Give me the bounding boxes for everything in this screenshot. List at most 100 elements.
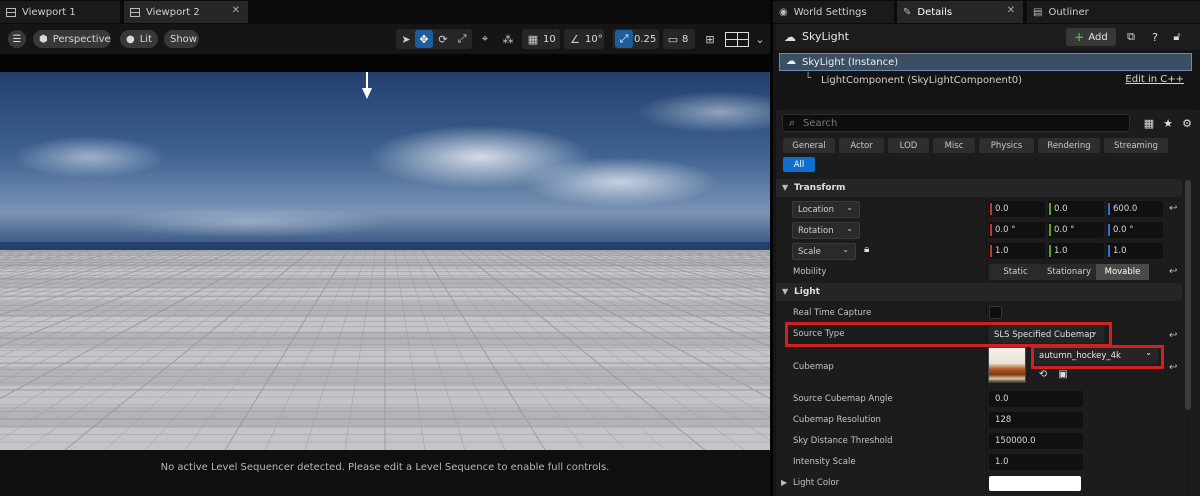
- rotation-snap-value[interactable]: 10°: [585, 30, 603, 48]
- search-input[interactable]: [803, 116, 1123, 130]
- category-lod-button[interactable]: LOD: [888, 138, 929, 153]
- category-misc-button[interactable]: Misc: [933, 138, 975, 153]
- view-options-button[interactable]: ⚙: [1178, 114, 1196, 132]
- perspective-label: Perspective: [52, 33, 111, 45]
- blueprint-button[interactable]: ⧉: [1122, 28, 1140, 46]
- tab-label: Viewport 1: [22, 6, 76, 18]
- camera-speed-button[interactable]: ▭: [664, 30, 682, 48]
- coordinate-space-button[interactable]: ⌖: [476, 30, 494, 48]
- lock-icon[interactable]: 🔒︎: [864, 244, 869, 255]
- mobility-movable-option[interactable]: Movable: [1096, 264, 1149, 280]
- plus-icon: +: [1074, 30, 1085, 44]
- rotation-x-field[interactable]: 0.0 °: [989, 222, 1045, 238]
- expand-arrow-icon[interactable]: ▶: [781, 478, 787, 487]
- component-label: LightComponent (SkyLightComponent0): [821, 74, 1023, 86]
- column-divider: [986, 431, 987, 452]
- lock-selection-button[interactable]: 🔓︎: [1168, 28, 1186, 46]
- location-y-field[interactable]: 0.0: [1048, 201, 1104, 217]
- property-matrix-button[interactable]: ▦: [1140, 114, 1158, 132]
- scale-snap-icon: ⤢: [619, 32, 629, 45]
- sky-distance-threshold-field[interactable]: 150000.0: [989, 433, 1083, 449]
- show-button[interactable]: Show: [164, 30, 199, 48]
- source-cubemap-angle-value: 0.0: [995, 394, 1009, 404]
- category-physics-button[interactable]: Physics: [979, 138, 1034, 153]
- skylight-arrow-gizmo[interactable]: [360, 72, 374, 100]
- hamburger-menu-button[interactable]: ☰: [8, 30, 26, 48]
- surface-snap-button[interactable]: ⁂: [499, 30, 517, 48]
- scale-tool-button[interactable]: ⤢: [453, 30, 471, 48]
- scale-snap-button[interactable]: ⤢: [615, 30, 633, 48]
- blueprint-icon: ⧉: [1127, 30, 1135, 43]
- cubemap-resolution-field[interactable]: 128: [989, 412, 1083, 428]
- light-section-header[interactable]: ▼ Light: [776, 283, 1182, 301]
- scale-y-field[interactable]: 1.0: [1048, 243, 1104, 259]
- tab-outliner[interactable]: ▤ Outliner: [1027, 1, 1200, 23]
- mobility-stationary-option[interactable]: Stationary: [1042, 264, 1096, 280]
- mobility-static-option[interactable]: Static: [989, 264, 1042, 280]
- rotation-y-field[interactable]: 0.0 °: [1048, 222, 1104, 238]
- component-child-item[interactable]: └ LightComponent (SkyLightComponent0) Ed…: [779, 71, 1192, 89]
- rotation-z-field[interactable]: 0.0 °: [1107, 222, 1163, 238]
- category-general-button[interactable]: General: [783, 138, 835, 153]
- add-component-button[interactable]: + Add: [1066, 28, 1116, 46]
- transform-section-header[interactable]: ▼ Transform: [776, 179, 1182, 197]
- reset-to-default-icon[interactable]: ↩: [1169, 266, 1177, 277]
- location-z-field[interactable]: 600.0: [1107, 201, 1163, 217]
- viewport-layout-button[interactable]: [724, 30, 750, 48]
- mobility-row: Mobility Static Stationary Movable ↩: [776, 262, 1182, 283]
- close-icon[interactable]: ✕: [232, 5, 240, 16]
- help-button[interactable]: ?: [1146, 28, 1164, 46]
- reset-to-default-icon[interactable]: ↩: [1169, 203, 1177, 214]
- real-time-capture-checkbox[interactable]: [989, 306, 1002, 319]
- cubemap-thumbnail[interactable]: [988, 347, 1026, 383]
- grid-snap-value[interactable]: 10: [543, 30, 556, 48]
- angle-icon: ∠: [570, 32, 580, 46]
- edit-in-cpp-link[interactable]: Edit in C++: [1125, 74, 1184, 85]
- details-scrollbar-thumb[interactable]: [1185, 180, 1191, 410]
- grid-snap-button[interactable]: ▦: [524, 30, 542, 48]
- location-x-field[interactable]: 0.0: [989, 201, 1045, 217]
- chevron-down-icon: ⌄: [755, 32, 765, 46]
- reset-to-default-icon[interactable]: ↩: [1169, 362, 1177, 373]
- light-color-swatch[interactable]: [989, 476, 1081, 491]
- scale-snap-value[interactable]: 0.25: [634, 30, 656, 48]
- intensity-scale-field[interactable]: 1.0: [989, 454, 1083, 470]
- use-selected-asset-button[interactable]: ⟲: [1036, 367, 1050, 381]
- maximize-viewport-button[interactable]: ⊞: [701, 30, 719, 48]
- favorites-button[interactable]: ★: [1159, 114, 1177, 132]
- perspective-button[interactable]: ⬢ Perspective: [33, 30, 111, 48]
- rotate-tool-button[interactable]: ⟳: [434, 30, 452, 48]
- skylight-icon: ☁: [784, 30, 796, 44]
- cube-icon: ⬢: [39, 33, 48, 45]
- source-cubemap-angle-field[interactable]: 0.0: [989, 391, 1083, 407]
- location-dropdown[interactable]: Location ⌄: [792, 201, 860, 218]
- lit-button[interactable]: ● Lit: [120, 30, 158, 48]
- details-search-box[interactable]: ⌕: [782, 114, 1130, 132]
- level-viewport[interactable]: [0, 72, 770, 450]
- camera-speed-value[interactable]: 8: [682, 30, 688, 48]
- category-all-button[interactable]: All: [783, 157, 815, 172]
- component-root-item[interactable]: ☁ SkyLight (Instance): [779, 53, 1192, 71]
- reset-to-default-icon[interactable]: ↩: [1169, 330, 1177, 341]
- category-rendering-button[interactable]: Rendering: [1038, 138, 1100, 153]
- translate-tool-button[interactable]: ✥: [415, 30, 433, 48]
- tab-world-settings[interactable]: ◉ World Settings: [773, 1, 894, 23]
- panel-splitter[interactable]: [770, 0, 773, 496]
- chevron-down-icon: ⌄: [846, 224, 853, 233]
- scale-dropdown[interactable]: Scale ⌄: [792, 243, 856, 260]
- category-streaming-button[interactable]: Streaming: [1104, 138, 1168, 153]
- tab-viewport-2[interactable]: Viewport 2 ✕: [124, 1, 248, 23]
- rotation-dropdown[interactable]: Rotation ⌄: [792, 222, 860, 239]
- scale-z-field[interactable]: 1.0: [1107, 243, 1163, 259]
- select-tool-button[interactable]: ➤: [397, 30, 415, 48]
- rotation-snap-button[interactable]: ∠: [566, 30, 584, 48]
- browse-asset-button[interactable]: ▣: [1056, 367, 1070, 381]
- tab-details[interactable]: ✎ Details ✕: [897, 1, 1023, 23]
- scale-x-field[interactable]: 1.0: [989, 243, 1045, 259]
- viewport-options-dropdown[interactable]: ⌄: [751, 30, 769, 48]
- viewport-toolbar: ☰ ⬢ Perspective ● Lit Show ➤ ✥ ⟳ ⤢ ⌖ ⁂ ▦…: [0, 24, 773, 54]
- viewport-icon: [130, 7, 140, 17]
- category-actor-button[interactable]: Actor: [839, 138, 884, 153]
- tab-viewport-1[interactable]: Viewport 1: [0, 1, 120, 23]
- close-icon[interactable]: ✕: [1007, 5, 1015, 16]
